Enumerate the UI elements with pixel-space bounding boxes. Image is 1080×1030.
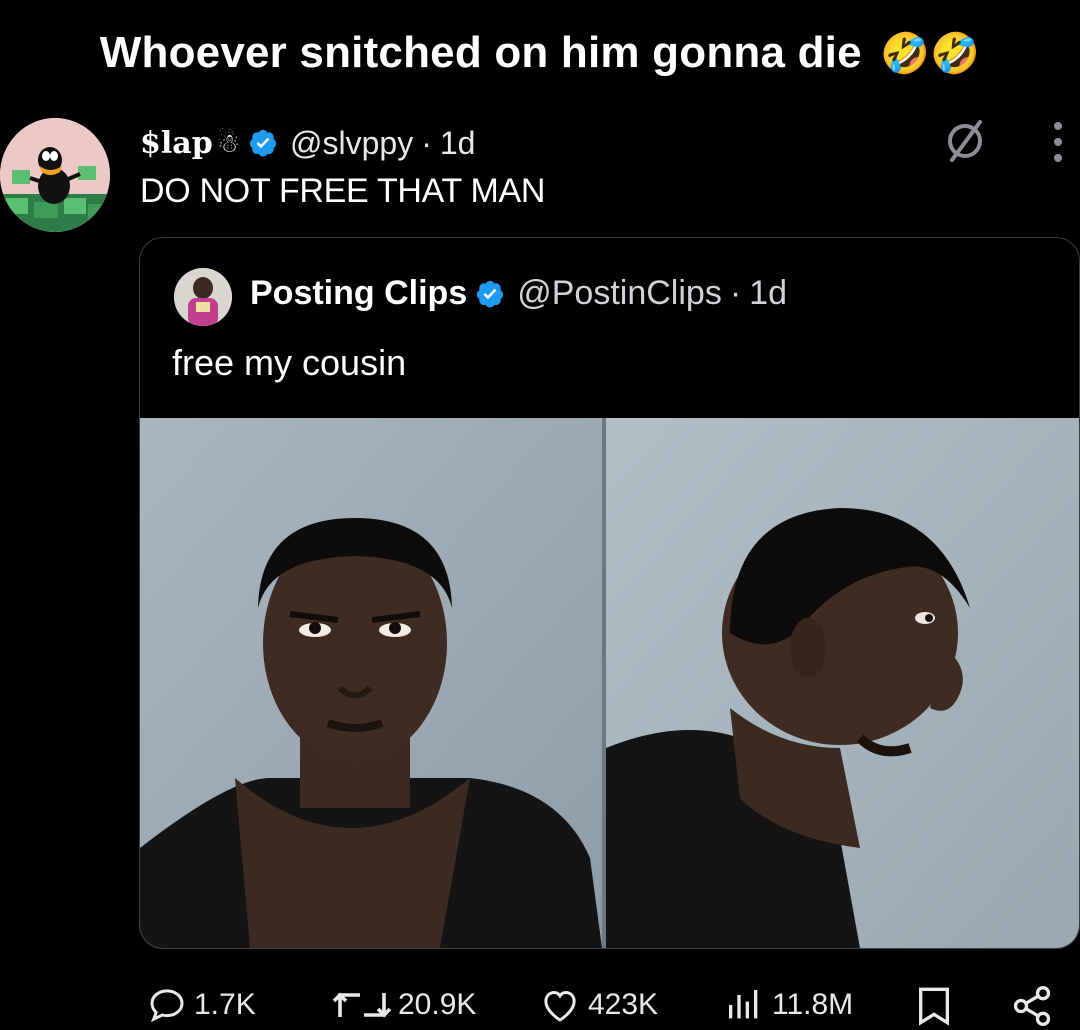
- views-button[interactable]: 11.8M: [722, 980, 853, 1030]
- quoted-tweet[interactable]: Posting Clips @PostinClips · 1d free my …: [139, 237, 1080, 949]
- repost-button[interactable]: 20.9K: [332, 980, 476, 1030]
- laughing-emoji: 🤣🤣: [880, 32, 981, 76]
- verified-badge-icon: [477, 280, 504, 308]
- share-icon[interactable]: [1010, 984, 1054, 1028]
- like-button[interactable]: 423K: [538, 980, 658, 1030]
- snowman-emoji: ☃: [216, 127, 240, 158]
- verified-badge-icon: [249, 129, 277, 157]
- quoted-author-avatar[interactable]: [174, 268, 232, 326]
- heart-icon: [544, 990, 576, 1022]
- tweet-header: $lap ☃ @slvppy · 1d: [140, 118, 475, 168]
- repost-count: 20.9K: [398, 988, 477, 1021]
- quoted-tweet-header: Posting Clips @PostinClips · 1d: [250, 274, 787, 313]
- tweet-timestamp[interactable]: 1d: [440, 125, 476, 162]
- reply-button[interactable]: 1.7K: [146, 980, 256, 1030]
- quoted-timestamp[interactable]: 1d: [749, 274, 787, 313]
- author-avatar[interactable]: [0, 118, 110, 232]
- meme-caption: Whoever snitched on him gonna die 🤣🤣: [0, 28, 1080, 78]
- reply-count: 1.7K: [194, 988, 256, 1021]
- more-options-icon[interactable]: [1050, 120, 1066, 164]
- mugshot-image[interactable]: [140, 418, 1079, 948]
- quoted-display-name[interactable]: Posting Clips: [250, 274, 467, 313]
- separator-dot: ·: [729, 274, 742, 312]
- views-count: 11.8M: [772, 988, 854, 1021]
- tweet-text: DO NOT FREE THAT MAN: [140, 172, 546, 210]
- views-chart-icon: [729, 990, 758, 1019]
- grok-icon[interactable]: [940, 116, 990, 166]
- tweet-actions-bar: 1.7K 20.9K 423K 11.8M: [0, 980, 1080, 1030]
- author-handle[interactable]: @slvppy: [290, 125, 413, 162]
- author-display-name[interactable]: $lap: [140, 126, 213, 161]
- like-count: 423K: [588, 988, 659, 1021]
- quoted-handle[interactable]: @PostinClips: [517, 274, 722, 313]
- separator-dot: ·: [421, 124, 432, 161]
- quoted-tweet-text: free my cousin: [172, 342, 407, 383]
- reply-icon: [150, 989, 184, 1023]
- caption-text: Whoever snitched on him gonna die: [99, 28, 862, 77]
- repost-icon: [332, 992, 392, 1018]
- bookmark-icon[interactable]: [914, 984, 954, 1028]
